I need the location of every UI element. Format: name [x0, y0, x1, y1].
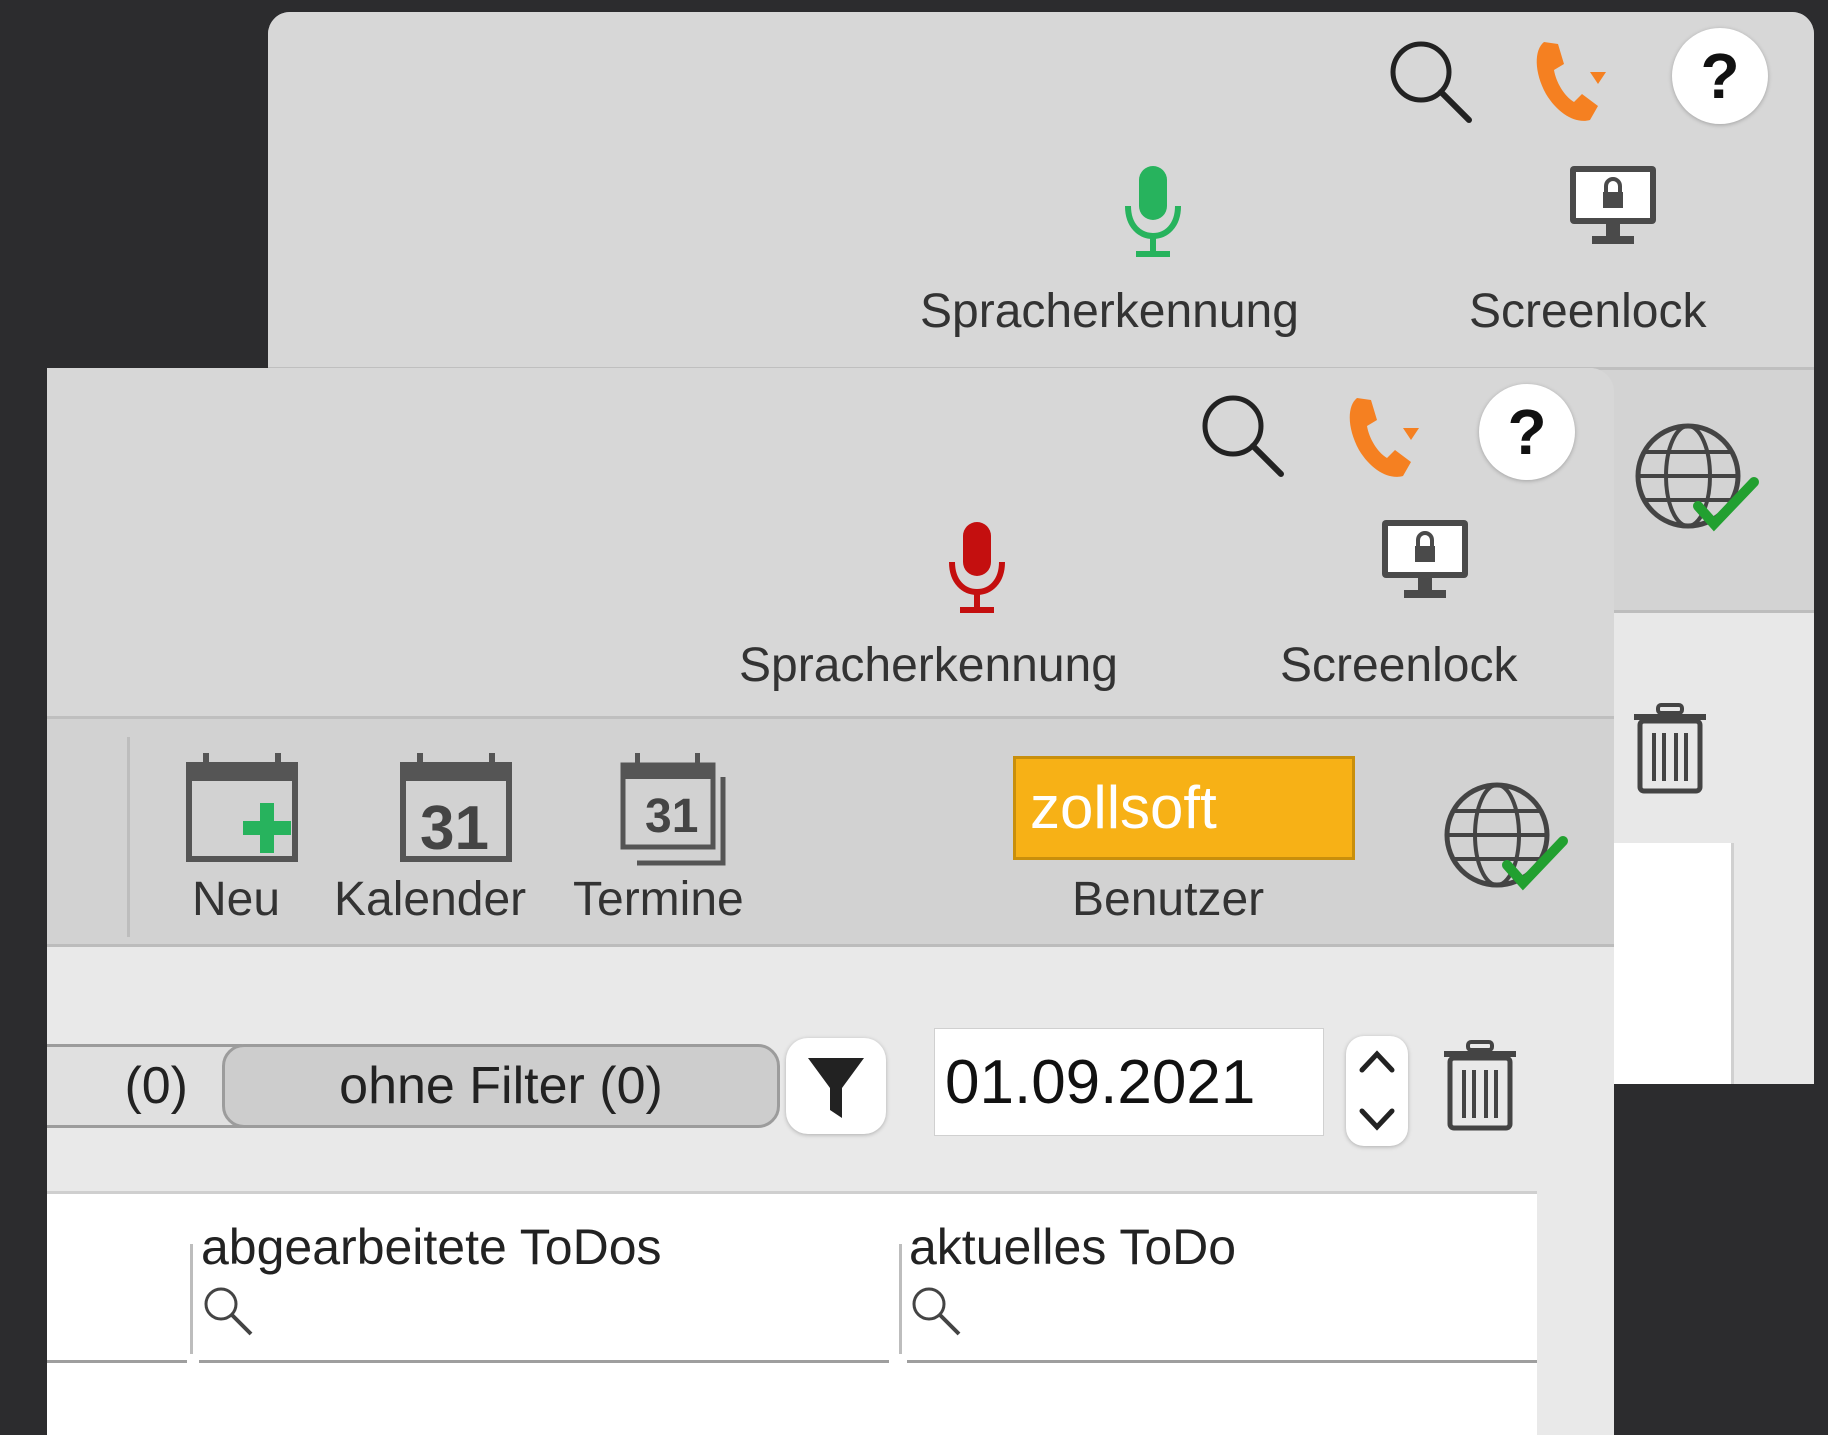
- date-stepper[interactable]: [1346, 1036, 1408, 1146]
- appointments-label: Termine: [573, 873, 744, 926]
- no-filter-pill[interactable]: ohne Filter (0): [222, 1044, 780, 1128]
- phone-icon[interactable]: [1343, 388, 1433, 484]
- funnel-icon: [808, 1058, 864, 1118]
- help-button[interactable]: ?: [1479, 384, 1575, 480]
- search-icon[interactable]: [1383, 34, 1475, 126]
- screenlock-label: Screenlock: [1280, 639, 1518, 692]
- filter-pill-partial-label: (0): [124, 1057, 188, 1115]
- front-header: ? Spracherkennung Screenlock: [47, 368, 1614, 719]
- globe-check-icon[interactable]: [1632, 420, 1762, 540]
- speech-recognition-label: Spracherkennung: [920, 285, 1299, 338]
- phone-icon[interactable]: [1530, 32, 1620, 128]
- microphone-icon[interactable]: [1118, 162, 1188, 262]
- toolbar-divider: [127, 737, 130, 937]
- front-window: ? Spracherkennung Screenlock Neu 31 Kale…: [47, 368, 1614, 1435]
- column-header-processed-todos[interactable]: abgearbeitete ToDos: [199, 1194, 889, 1363]
- filter-button[interactable]: [786, 1038, 886, 1134]
- calendar-label: Kalender: [334, 873, 527, 926]
- new-label: Neu: [192, 873, 281, 926]
- calendar-day: 31: [420, 794, 489, 863]
- globe-check-icon[interactable]: [1441, 779, 1571, 899]
- help-button[interactable]: ?: [1672, 28, 1768, 124]
- column-divider[interactable]: [899, 1244, 902, 1354]
- screenlock-icon[interactable]: [1568, 164, 1658, 252]
- front-toolbar: Neu 31 Kalender 31 Termine zollsoft Benu…: [47, 719, 1614, 947]
- screenlock-icon[interactable]: [1380, 518, 1470, 606]
- user-label: Benutzer: [1072, 873, 1265, 926]
- chevron-down-icon[interactable]: [1346, 1091, 1408, 1146]
- date-input[interactable]: 01.09.2021: [934, 1028, 1324, 1136]
- trash-icon[interactable]: [1632, 703, 1708, 795]
- search-icon[interactable]: [907, 1282, 967, 1342]
- search-icon[interactable]: [1195, 388, 1287, 480]
- column-divider[interactable]: [190, 1244, 193, 1354]
- todo-table: abgearbeitete ToDos aktuelles ToDo: [47, 1191, 1537, 1435]
- user-badge[interactable]: zollsoft: [1013, 756, 1355, 860]
- column-header-current-todo[interactable]: aktuelles ToDo: [907, 1194, 1537, 1363]
- new-appointment-icon[interactable]: [185, 751, 303, 867]
- microphone-icon[interactable]: [942, 518, 1012, 618]
- search-icon[interactable]: [199, 1282, 259, 1342]
- back-header: ? Spracherkennung Screenlock: [268, 12, 1814, 370]
- trash-icon[interactable]: [1442, 1040, 1518, 1132]
- column-header-label: abgearbeitete ToDos: [201, 1219, 662, 1275]
- chevron-up-icon[interactable]: [1346, 1036, 1408, 1091]
- screenlock-label: Screenlock: [1469, 285, 1707, 338]
- speech-recognition-label: Spracherkennung: [739, 639, 1118, 692]
- column-header[interactable]: [47, 1194, 187, 1363]
- column-header-label: aktuelles ToDo: [909, 1219, 1237, 1275]
- appointments-day: 31: [645, 790, 699, 843]
